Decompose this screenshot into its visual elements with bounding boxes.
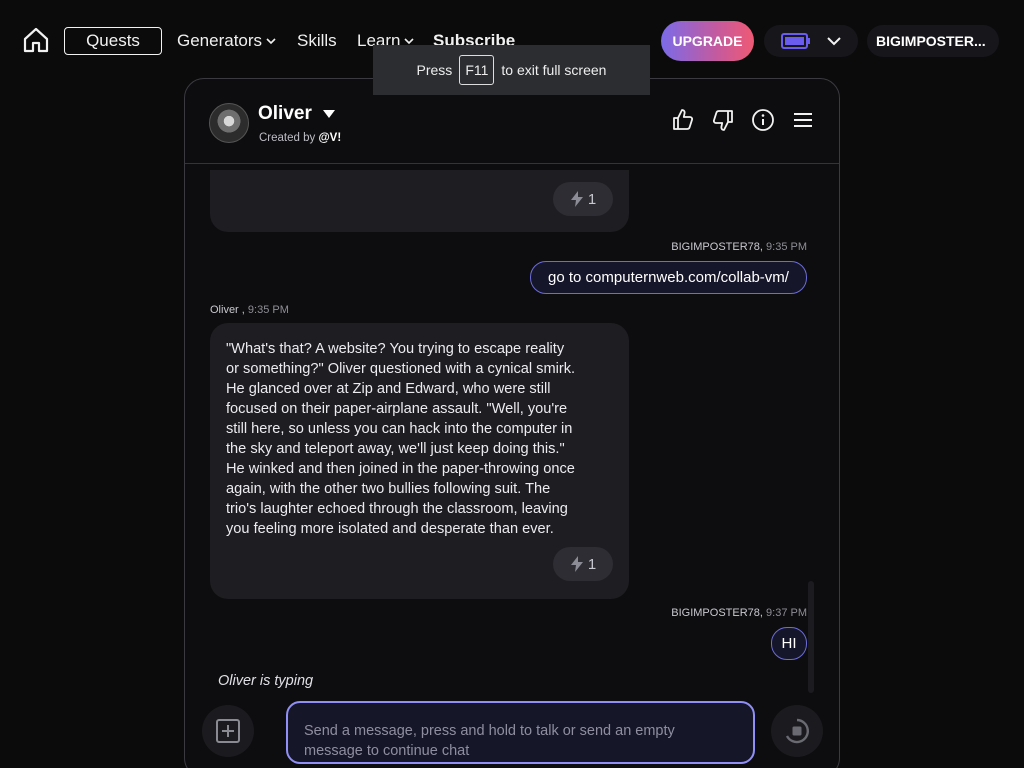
chat-panel: Oliver Created by @V! 1 BIGIMPOSTER78, 9… xyxy=(184,78,840,768)
hamburger-menu-icon[interactable] xyxy=(791,108,815,132)
quests-button[interactable]: Quests xyxy=(64,27,162,55)
message-bubble-user: HI xyxy=(771,627,807,660)
typing-indicator: Oliver is typing xyxy=(218,673,314,689)
skills-link[interactable]: Skills xyxy=(297,31,337,51)
thumbs-up-icon[interactable] xyxy=(671,108,695,132)
character-name: Oliver xyxy=(258,103,312,124)
add-attachment-button[interactable] xyxy=(202,705,254,757)
battery-icon xyxy=(781,33,810,49)
send-button[interactable] xyxy=(771,705,823,757)
thumbs-down-icon[interactable] xyxy=(711,108,735,132)
toast-text-after: to exit full screen xyxy=(501,62,607,78)
creator-handle[interactable]: @V! xyxy=(318,132,341,144)
character-avatar[interactable] xyxy=(209,103,249,143)
reaction-button[interactable]: 1 xyxy=(553,547,613,581)
character-name-dropdown[interactable]: Oliver xyxy=(258,103,336,125)
home-icon[interactable] xyxy=(22,27,50,53)
info-icon[interactable] xyxy=(751,108,775,132)
creator-line: Created by @V! xyxy=(259,132,341,144)
scrollbar[interactable] xyxy=(808,581,814,693)
message-time: 9:37 PM xyxy=(766,607,807,619)
upgrade-button[interactable]: UPGRADE xyxy=(661,21,754,61)
message-meta: Oliver , 9:35 PM xyxy=(210,304,289,316)
message-meta: BIGIMPOSTER78, 9:37 PM xyxy=(671,607,807,619)
message-bubble-oliver-earlier: 1 xyxy=(210,170,629,232)
fullscreen-toast: Press F11 to exit full screen xyxy=(373,45,650,95)
energy-dropdown[interactable] xyxy=(764,25,858,57)
toast-key: F11 xyxy=(459,55,495,85)
message-meta: BIGIMPOSTER78, 9:35 PM xyxy=(671,241,807,253)
message-list: 1 BIGIMPOSTER78, 9:35 PM go to computern… xyxy=(185,165,839,705)
chevron-down-icon xyxy=(266,38,276,45)
created-by-label: Created by xyxy=(259,132,316,144)
message-time: 9:35 PM xyxy=(766,241,807,253)
sender-name: BIGIMPOSTER78, xyxy=(671,241,763,253)
caret-down-icon xyxy=(322,110,335,118)
generators-label: Generators xyxy=(177,31,263,50)
toast-text-before: Press xyxy=(416,62,453,78)
message-time: 9:35 PM xyxy=(247,304,289,316)
message-input[interactable]: Send a message, press and hold to talk o… xyxy=(286,701,755,764)
reaction-button[interactable]: 1 xyxy=(553,182,613,216)
message-bubble-user: go to computernweb.com/collab-vm/ xyxy=(530,261,807,294)
lightning-icon xyxy=(570,556,583,572)
plus-square-icon xyxy=(216,719,240,743)
lightning-icon xyxy=(570,191,583,207)
generators-menu[interactable]: Generators xyxy=(177,31,277,51)
message-bubble-oliver: "What's that? A website? You trying to e… xyxy=(210,323,629,599)
message-text: "What's that? A website? You trying to e… xyxy=(226,341,576,537)
reaction-count: 1 xyxy=(587,190,597,208)
reaction-count: 1 xyxy=(587,555,597,573)
chevron-down-icon xyxy=(827,37,841,46)
send-icon xyxy=(785,718,809,744)
user-menu[interactable]: BIGIMPOSTER... xyxy=(867,25,999,57)
sender-name: Oliver , xyxy=(210,304,245,316)
sender-name: BIGIMPOSTER78, xyxy=(671,607,763,619)
